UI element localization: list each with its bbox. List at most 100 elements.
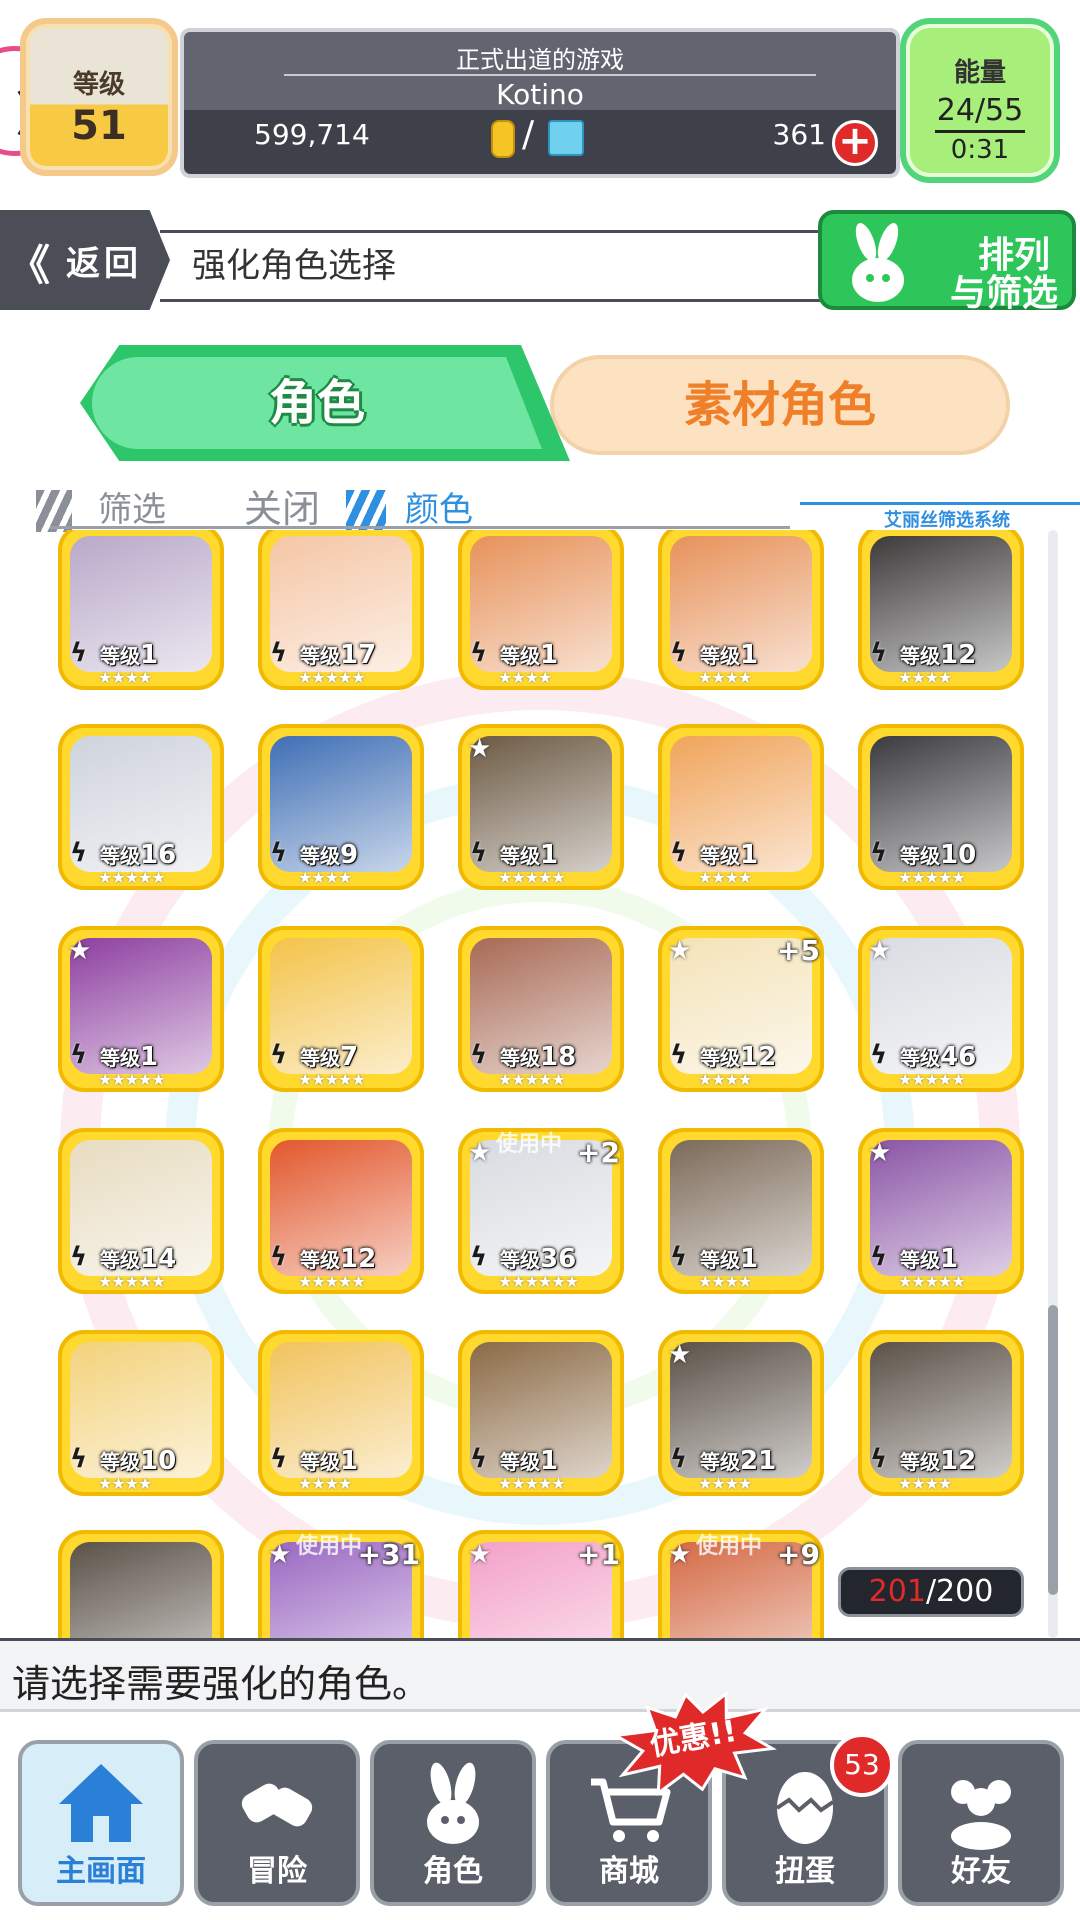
character-card[interactable]: ★ ϟ 等级1 ★★★★★ (858, 1128, 1024, 1294)
plus-value-badge: +31 (357, 1538, 420, 1571)
nav-character-button[interactable]: 角色 (370, 1740, 536, 1906)
sort-filter-button[interactable]: 排列 与筛选 (818, 210, 1076, 314)
rarity-stars: ★★★★ (698, 868, 752, 887)
character-card[interactable]: ★ +5 ϟ 等级12 ★★★★ (658, 926, 824, 1092)
rarity-stars: ★★★★★★ (498, 1272, 579, 1291)
level-prefix: 等级 (700, 644, 740, 668)
level-prefix: 等级 (500, 844, 540, 868)
nav-character-label: 角色 (423, 1854, 483, 1889)
character-level: 等级10 (100, 1446, 176, 1476)
nav-friends-button[interactable]: 好友 (898, 1740, 1064, 1906)
character-card[interactable] (58, 1530, 224, 1638)
in-use-label: 使用中 (296, 1534, 363, 1559)
level-prefix: 等级 (300, 1046, 340, 1070)
level-prefix: 等级 (100, 1248, 140, 1272)
character-card[interactable]: ϟ 等级12 ★★★★ (858, 530, 1024, 690)
character-card[interactable]: ϟ 等级9 ★★★★ (258, 724, 424, 890)
character-card[interactable]: ϟ 等级1 ★★★★★ (458, 1330, 624, 1496)
attribute-bolt-icon: ϟ (270, 1040, 288, 1070)
player-info-bar: 正式出道的游戏 Kotino 599,714 / 361 (180, 28, 900, 178)
rarity-stars: ★★★★★ (498, 1070, 566, 1089)
level-number: 10 (940, 840, 977, 870)
attribute-bolt-icon: ϟ (870, 638, 888, 668)
character-card[interactable]: ★ +1 (458, 1530, 624, 1638)
attribute-bolt-icon: ϟ (670, 638, 688, 668)
filter-color-option[interactable]: 颜色 (405, 482, 473, 531)
scrollbar-thumb[interactable] (1048, 1305, 1058, 1595)
nav-shop-label: 商城 (599, 1854, 659, 1889)
attribute-bolt-icon: ϟ (670, 838, 688, 868)
back-button[interactable]: 《 返回 (0, 210, 170, 310)
in-use-label: 使用中 (496, 1132, 563, 1157)
character-card[interactable]: ★ ϟ 等级21 ★★★★ (658, 1330, 824, 1496)
character-card[interactable]: 使用中 ★ +2 ϟ 等级36 ★★★★★★ (458, 1128, 624, 1294)
character-card[interactable]: ϟ 等级12 ★★★★★ (258, 1128, 424, 1294)
plus-value-badge: +1 (577, 1538, 620, 1571)
rarity-stars: ★★★★★ (98, 1070, 166, 1089)
tab-character-label: 角色 (92, 357, 542, 449)
character-card[interactable]: ϟ 等级16 ★★★★★ (58, 724, 224, 890)
instruction-bar: 请选择需要强化的角色。 (0, 1638, 1080, 1712)
attribute-bolt-icon: ϟ (670, 1444, 688, 1474)
character-card[interactable]: ϟ 等级1 ★★★★ (658, 530, 824, 690)
favorite-star-icon: ★ (68, 936, 92, 966)
character-card[interactable]: ★ ϟ 等级46 ★★★★★ (858, 926, 1024, 1092)
character-level: 等级1 (300, 1446, 358, 1476)
level-prefix: 等级 (900, 844, 940, 868)
character-level: 等级14 (100, 1244, 176, 1274)
character-card[interactable]: ϟ 等级7 ★★★★★ (258, 926, 424, 1092)
character-level: 等级12 (900, 1446, 976, 1476)
character-card[interactable]: ϟ 等级1 ★★★★ (58, 530, 224, 690)
character-card[interactable]: 使用中 ★ +9 (658, 1530, 824, 1638)
level-number: 7 (340, 1042, 359, 1072)
rarity-stars: ★★★★★ (298, 668, 366, 687)
character-card[interactable]: ϟ 等级1 ★★★★ (258, 1330, 424, 1496)
favorite-star-icon: ★ (468, 734, 492, 764)
character-tabs: 素材角色 角色 (80, 345, 1010, 465)
level-number: 1 (140, 640, 159, 670)
filter-bar: 筛选 关闭 颜色 艾丽丝筛选系统 (30, 478, 1080, 532)
favorite-star-icon: ★ (268, 1540, 292, 1570)
level-prefix: 等级 (900, 1248, 940, 1272)
character-card[interactable]: ϟ 等级1 ★★★★ (658, 724, 824, 890)
attribute-bolt-icon: ϟ (870, 1444, 888, 1474)
tab-character[interactable]: 角色 (80, 345, 570, 461)
rarity-stars: ★★★★ (898, 668, 952, 687)
tab-material-character[interactable]: 素材角色 (550, 355, 1010, 455)
character-level: 等级1 (700, 1244, 758, 1274)
gem-count: 361 (772, 118, 826, 151)
double-chevron-left-icon: 《 (8, 241, 51, 290)
nav-home-button[interactable]: 主画面 (18, 1740, 184, 1906)
filter-off-toggle[interactable]: 关闭 (244, 478, 320, 533)
add-currency-button[interactable]: + (832, 120, 878, 166)
bottom-nav: 主画面 冒险 角色 商城 扭蛋 好友 (0, 1712, 1080, 1920)
attribute-bolt-icon: ϟ (870, 838, 888, 868)
player-name: Kotino (496, 78, 584, 111)
character-card[interactable]: ϟ 等级1 ★★★★ (658, 1128, 824, 1294)
level-number: 1 (740, 1244, 759, 1274)
character-card[interactable]: ϟ 等级10 ★★★★★ (858, 724, 1024, 890)
level-prefix: 等级 (300, 1248, 340, 1272)
character-card[interactable]: ★ ϟ 等级1 ★★★★★ (458, 724, 624, 890)
level-prefix: 等级 (500, 1046, 540, 1070)
favorite-star-icon: ★ (868, 1138, 892, 1168)
character-card[interactable]: ϟ 等级10 ★★★★ (58, 1330, 224, 1496)
character-count-max: /200 (925, 1574, 994, 1609)
character-level: 等级1 (100, 1042, 158, 1072)
attribute-bolt-icon: ϟ (270, 1444, 288, 1474)
rarity-stars: ★★★★ (298, 868, 352, 887)
character-card[interactable]: ϟ 等级18 ★★★★★ (458, 926, 624, 1092)
character-level: 等级17 (300, 640, 376, 670)
character-card[interactable]: ★ ϟ 等级1 ★★★★★ (58, 926, 224, 1092)
nav-adventure-button[interactable]: 冒险 (194, 1740, 360, 1906)
character-card[interactable]: 使用中 ★ +31 (258, 1530, 424, 1638)
filter-label[interactable]: 筛选 (98, 482, 166, 531)
character-card[interactable]: ϟ 等级12 ★★★★ (858, 1330, 1024, 1496)
character-card[interactable]: ϟ 等级14 ★★★★★ (58, 1128, 224, 1294)
attribute-bolt-icon: ϟ (270, 838, 288, 868)
character-card[interactable]: ϟ 等级1 ★★★★ (458, 530, 624, 690)
rarity-stars: ★★★★ (98, 1474, 152, 1493)
character-card[interactable]: ϟ 等级17 ★★★★★ (258, 530, 424, 690)
character-count-current: 201 (868, 1574, 926, 1609)
character-level: 等级36 (500, 1244, 576, 1274)
